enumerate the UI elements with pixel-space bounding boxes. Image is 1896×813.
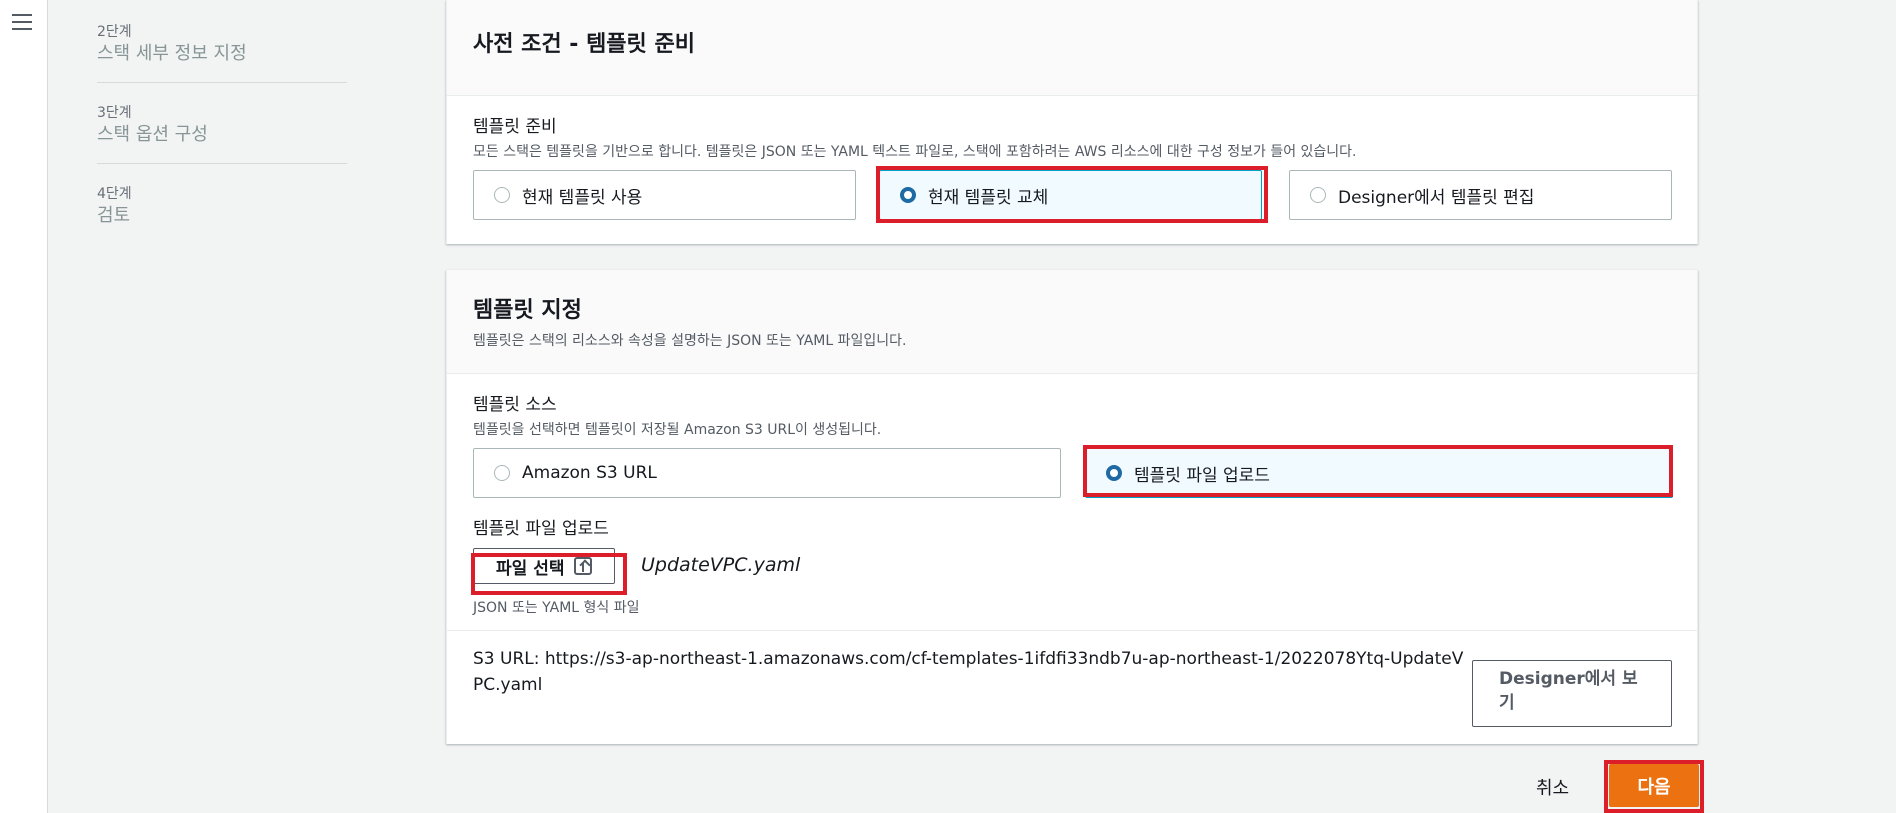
wizard-step-3[interactable]: 3단계 스택 옵션 구성 bbox=[97, 99, 347, 164]
panel-header: 사전 조건 - 템플릿 준비 bbox=[447, 0, 1697, 96]
view-in-designer-button[interactable]: Designer에서 보기 bbox=[1472, 660, 1672, 727]
radio-button[interactable] bbox=[494, 465, 510, 481]
choose-file-button[interactable]: 파일 선택 bbox=[473, 548, 616, 584]
s3-url-text: S3 URL: https://s3-ap-northeast-1.amazon… bbox=[473, 649, 1464, 695]
step-title: 스택 옵션 구성 bbox=[97, 124, 208, 145]
radio-button[interactable] bbox=[900, 187, 916, 203]
panel-description: 템플릿은 스택의 리소스와 속성을 설명하는 JSON 또는 YAML 파일입니… bbox=[473, 333, 907, 349]
step-number: 4단계 bbox=[97, 186, 132, 202]
cancel-button[interactable]: 취소 bbox=[1536, 774, 1569, 800]
file-format-hint: JSON 또는 YAML 형식 파일 bbox=[473, 600, 640, 616]
hamburger-menu-icon[interactable] bbox=[12, 14, 32, 32]
step-title: 스택 세부 정보 지정 bbox=[97, 43, 247, 64]
panel-header: 템플릿 지정 템플릿은 스택의 리소스와 속성을 설명하는 JSON 또는 YA… bbox=[447, 270, 1697, 374]
radio-label: Amazon S3 URL bbox=[522, 463, 657, 483]
field-label: 템플릿 소스 bbox=[473, 395, 557, 415]
step-number: 3단계 bbox=[97, 105, 132, 121]
step-number: 2단계 bbox=[97, 24, 132, 40]
prerequisite-panel: 사전 조건 - 템플릿 준비 템플릿 준비 모든 스택은 템플릿을 기반으로 합… bbox=[446, 0, 1698, 244]
radio-tile-upload-template-file[interactable]: 템플릿 파일 업로드 bbox=[1085, 448, 1673, 498]
upload-icon bbox=[574, 557, 593, 575]
button-label: 파일 선택 bbox=[496, 558, 565, 579]
wizard-step-2[interactable]: 2단계 스택 세부 정보 지정 bbox=[97, 18, 347, 83]
next-button[interactable]: 다음 bbox=[1609, 764, 1699, 807]
radio-tile-edit-in-designer[interactable]: Designer에서 템플릿 편집 bbox=[1289, 170, 1672, 220]
divider bbox=[447, 630, 1697, 631]
radio-button[interactable] bbox=[1106, 465, 1122, 481]
field-description: 템플릿을 선택하면 템플릿이 저장될 Amazon S3 URL이 생성됩니다. bbox=[473, 422, 882, 438]
wizard-steps: 2단계 스택 세부 정보 지정 3단계 스택 옵션 구성 4단계 검토 bbox=[97, 18, 347, 260]
step-title: 검토 bbox=[97, 205, 131, 226]
field-label: 템플릿 파일 업로드 bbox=[473, 519, 609, 539]
panel-title: 사전 조건 - 템플릿 준비 bbox=[473, 32, 695, 57]
radio-tile-use-current-template[interactable]: 현재 템플릿 사용 bbox=[473, 170, 856, 220]
panel-title: 템플릿 지정 bbox=[473, 298, 582, 323]
left-rail bbox=[0, 0, 48, 813]
radio-button[interactable] bbox=[494, 187, 510, 203]
radio-label: 템플릿 파일 업로드 bbox=[1134, 465, 1270, 486]
radio-label: 현재 템플릿 사용 bbox=[522, 187, 643, 208]
radio-label: 현재 템플릿 교체 bbox=[928, 187, 1049, 208]
field-label: 템플릿 준비 bbox=[473, 117, 557, 137]
radio-button[interactable] bbox=[1310, 187, 1326, 203]
wizard-step-4[interactable]: 4단계 검토 bbox=[97, 180, 347, 244]
radio-tile-amazon-s3-url[interactable]: Amazon S3 URL bbox=[473, 448, 1061, 498]
radio-tile-replace-current-template[interactable]: 현재 템플릿 교체 bbox=[879, 170, 1262, 220]
field-description: 모든 스택은 템플릿을 기반으로 합니다. 템플릿은 JSON 또는 YAML … bbox=[473, 144, 1357, 160]
radio-label: Designer에서 템플릿 편집 bbox=[1338, 187, 1535, 208]
specify-template-panel: 템플릿 지정 템플릿은 스택의 리소스와 속성을 설명하는 JSON 또는 YA… bbox=[446, 270, 1698, 744]
selected-file-name: UpdateVPC.yaml bbox=[641, 554, 801, 576]
